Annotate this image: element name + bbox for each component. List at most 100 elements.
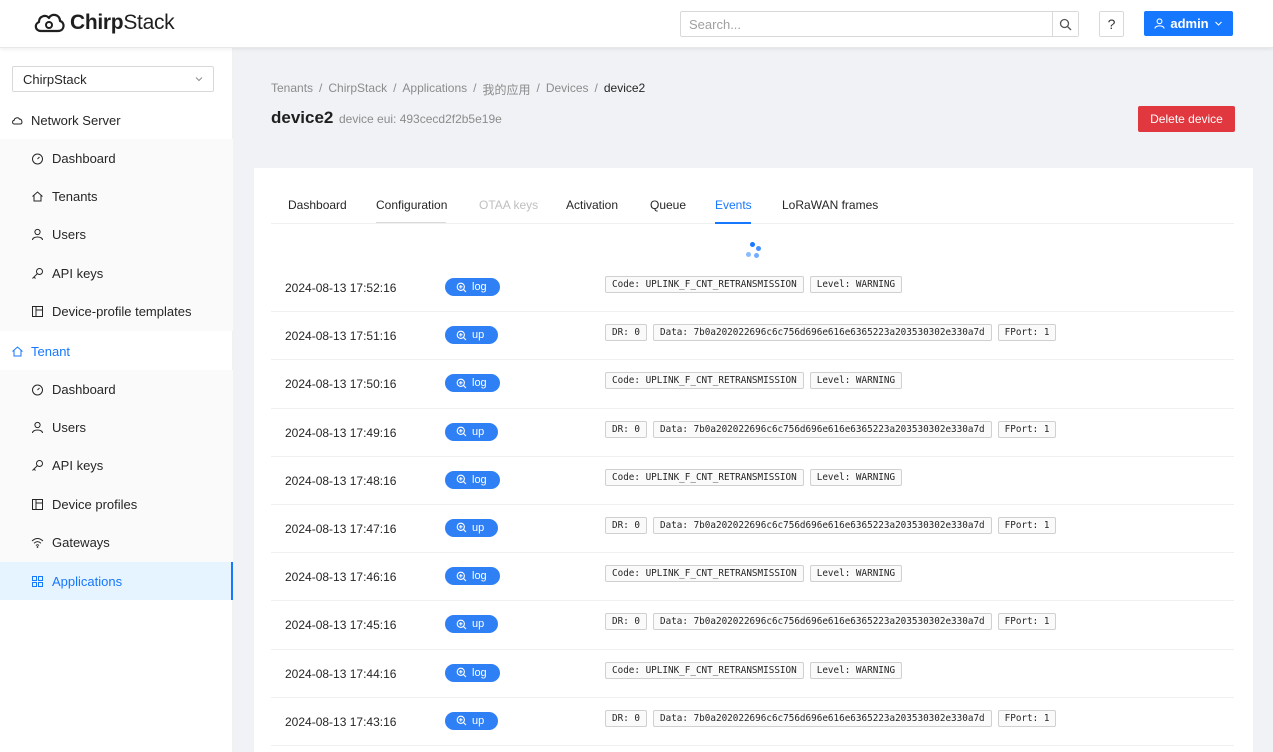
tab-activation[interactable]: Activation bbox=[566, 198, 618, 212]
delete-device-button[interactable]: Delete device bbox=[1138, 106, 1235, 132]
search-icon bbox=[1059, 18, 1072, 30]
search-bar bbox=[680, 11, 1079, 37]
event-row: 2024-08-13 17:43:16 up DR: 0 Data: 7b0a2020… bbox=[271, 698, 1234, 746]
breadcrumb-item[interactable]: Applications bbox=[402, 81, 467, 98]
event-up-button[interactable]: up bbox=[445, 326, 498, 345]
tab-events[interactable]: Events bbox=[715, 198, 752, 212]
breadcrumb-separator: / bbox=[393, 81, 397, 95]
search-button[interactable] bbox=[1052, 12, 1078, 36]
breadcrumb-item[interactable]: 我的应用 bbox=[482, 81, 530, 98]
cloud-icon bbox=[11, 114, 24, 127]
logo-text: ChirpStack bbox=[70, 11, 175, 34]
event-row: 2024-08-13 17:50:16 log Code: UPLINK_F_CNT… bbox=[271, 360, 1234, 409]
sidebar-item-users[interactable]: Users bbox=[0, 408, 233, 446]
search-input[interactable] bbox=[681, 12, 1052, 36]
event-row: 2024-08-13 17:44:16 log Code: UPLINK_F_CNT… bbox=[271, 650, 1234, 698]
event-type-label: log bbox=[472, 570, 487, 583]
event-up-button[interactable]: up bbox=[445, 615, 498, 634]
breadcrumb-item[interactable]: Devices bbox=[546, 81, 589, 98]
event-timestamp: 2024-08-13 17:51:16 bbox=[285, 329, 397, 344]
sidebar-item-label: Applications bbox=[52, 573, 123, 589]
event-log-button[interactable]: log bbox=[445, 374, 500, 393]
sidebar-item-applications[interactable]: Applications bbox=[0, 561, 233, 601]
key-icon bbox=[31, 267, 44, 280]
event-up-button[interactable]: up bbox=[445, 518, 498, 537]
sidebar-item-label: Device-profile templates bbox=[52, 304, 192, 320]
event-detail-tag: Data: 7b0a202022696c6c756d696e616e636522… bbox=[653, 420, 992, 438]
chevron-down-icon bbox=[195, 77, 203, 82]
menu-group-network-server[interactable]: Network Server bbox=[0, 101, 233, 139]
sidebar-item-device-profile-templates[interactable]: Device-profile templates bbox=[0, 293, 233, 331]
menu-group-label: Network Server bbox=[31, 112, 121, 128]
zoom-in-icon bbox=[456, 474, 467, 485]
sidebar-item-dashboard[interactable]: Dashboard bbox=[0, 139, 233, 177]
sidebar-item-label: Gateways bbox=[52, 535, 110, 551]
home-icon bbox=[31, 190, 44, 203]
event-details: Code: UPLINK_F_CNT_RETRANSMISSION Level: … bbox=[605, 372, 903, 390]
menu-group-tenant[interactable]: Tenant bbox=[0, 332, 233, 370]
tab-queue[interactable]: Queue bbox=[650, 198, 686, 212]
event-type-label: up bbox=[472, 329, 485, 342]
top-header: ChirpStack ? admin bbox=[0, 0, 1273, 48]
event-timestamp: 2024-08-13 17:48:16 bbox=[285, 473, 397, 488]
event-detail-tag: Code: UPLINK_F_CNT_RETRANSMISSION bbox=[605, 468, 804, 486]
tenant-select[interactable]: ChirpStack bbox=[12, 66, 214, 92]
zoom-in-icon bbox=[456, 619, 467, 630]
event-details: DR: 0 Data: 7b0a202022696c6c756d696e616e6… bbox=[605, 516, 1057, 534]
sidebar-item-device-profiles[interactable]: Device profiles bbox=[0, 485, 233, 523]
sidebar-item-tenants[interactable]: Tenants bbox=[0, 177, 233, 215]
event-row: 2024-08-13 17:49:16 up DR: 0 Data: 7b0a2020… bbox=[271, 409, 1234, 457]
event-log-button[interactable]: log bbox=[445, 278, 500, 296]
sidebar-item-dashboard[interactable]: Dashboard bbox=[0, 370, 233, 408]
event-up-button[interactable]: up bbox=[445, 422, 498, 441]
breadcrumb-separator: / bbox=[319, 81, 323, 95]
key-icon bbox=[31, 459, 44, 472]
event-row: 2024-08-13 17:48:16 log Code: UPLINK_F_CNT… bbox=[271, 457, 1234, 505]
user-menu-button[interactable]: admin bbox=[1144, 11, 1233, 36]
breadcrumb: Tenants / ChirpStack / Applications / 我的应用 / Dev… bbox=[271, 81, 645, 98]
event-detail-tag: FPort: 1 bbox=[997, 324, 1057, 342]
zoom-in-icon bbox=[456, 667, 467, 678]
help-icon: ? bbox=[1107, 16, 1116, 32]
wifi-icon bbox=[31, 536, 44, 549]
event-type-label: log bbox=[472, 666, 487, 679]
tab-lorawan-frames[interactable]: LoRaWAN frames bbox=[782, 198, 878, 212]
dashboard-icon bbox=[31, 383, 44, 396]
event-detail-tag: Level: WARNING bbox=[809, 276, 903, 293]
tenant-select-value: ChirpStack bbox=[23, 71, 87, 87]
sidebar-item-api-keys[interactable]: API keys bbox=[0, 447, 233, 485]
breadcrumb-separator: / bbox=[473, 81, 477, 95]
template-icon bbox=[31, 305, 44, 318]
event-up-button[interactable]: up bbox=[445, 711, 498, 730]
user-icon bbox=[31, 421, 44, 434]
sidebar-item-gateways[interactable]: Gateways bbox=[0, 524, 233, 562]
event-log-button[interactable]: log bbox=[445, 663, 500, 682]
event-detail-tag: Data: 7b0a202022696c6c756d696e616e636522… bbox=[653, 516, 992, 534]
sidebar-item-api-keys[interactable]: API keys bbox=[0, 254, 233, 292]
event-detail-tag: DR: 0 bbox=[605, 709, 647, 727]
event-log-button[interactable]: log bbox=[445, 567, 500, 586]
zoom-in-icon bbox=[456, 282, 467, 293]
tab-configuration[interactable]: Configuration bbox=[376, 198, 447, 212]
event-row: 2024-08-13 17:52:16 log Code: UPLINK_F_CNT… bbox=[271, 264, 1234, 313]
event-details: Code: UPLINK_F_CNT_RETRANSMISSION Level: … bbox=[605, 661, 903, 679]
zoom-in-icon bbox=[456, 715, 467, 726]
event-log-button[interactable]: log bbox=[445, 470, 500, 489]
tab-dashboard[interactable]: Dashboard bbox=[288, 198, 347, 212]
breadcrumb-item[interactable]: ChirpStack bbox=[328, 81, 387, 98]
event-detail-tag: Code: UPLINK_F_CNT_RETRANSMISSION bbox=[605, 276, 804, 293]
tab-hover-indicator bbox=[376, 222, 446, 223]
event-timestamp: 2024-08-13 17:49:16 bbox=[285, 425, 397, 440]
user-icon bbox=[31, 228, 44, 241]
event-type-label: up bbox=[472, 618, 485, 631]
sidebar-item-label: Tenants bbox=[52, 189, 98, 205]
sidebar-item-users[interactable]: Users bbox=[0, 216, 233, 254]
zoom-in-icon bbox=[456, 571, 467, 582]
breadcrumb-item[interactable]: Tenants bbox=[271, 81, 313, 98]
event-detail-tag: FPort: 1 bbox=[997, 420, 1057, 438]
event-detail-tag: DR: 0 bbox=[605, 420, 647, 438]
tenant-submenu: Dashboard Users API keys Device profiles Gat… bbox=[0, 370, 233, 601]
chirpstack-logo[interactable]: ChirpStack bbox=[32, 10, 175, 36]
dashboard-icon bbox=[31, 152, 44, 165]
help-button[interactable]: ? bbox=[1099, 11, 1124, 37]
